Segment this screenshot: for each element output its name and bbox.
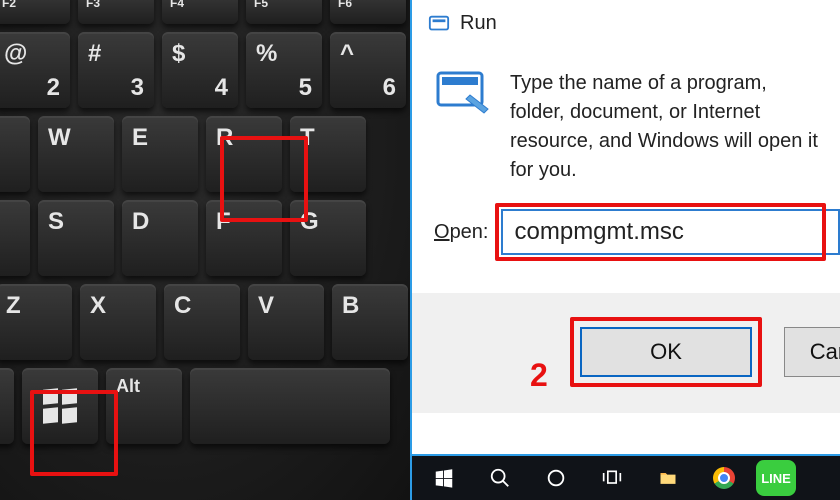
ok-button[interactable]: OK <box>580 327 752 377</box>
run-title-text: Run <box>460 12 497 35</box>
cancel-button[interactable]: Cancel <box>784 327 840 377</box>
key-f[interactable]: F <box>206 200 282 276</box>
callout-2: 2 <box>530 357 548 394</box>
key-g[interactable]: G <box>290 200 366 276</box>
key-t[interactable]: T <box>290 116 366 192</box>
taskbar: LINE <box>412 454 840 500</box>
taskbar-chrome-icon[interactable] <box>700 458 748 498</box>
key-windows[interactable] <box>22 368 98 444</box>
key-f3[interactable]: F3 <box>78 0 154 24</box>
run-program-icon <box>434 67 492 115</box>
key-f6[interactable]: F6 <box>330 0 406 24</box>
open-label: Open: <box>434 221 489 244</box>
windows-logo-icon <box>43 389 77 423</box>
taskbar-explorer-icon[interactable] <box>644 458 692 498</box>
key-r[interactable]: R <box>206 116 282 192</box>
keyboard-photo: F2 F3 F4 F5 F6 @2 #3 $4 %5 ^6 Q W E <box>0 0 410 500</box>
key-f2[interactable]: F2 <box>0 0 70 24</box>
key-e[interactable]: E <box>122 116 198 192</box>
key-f5[interactable]: F5 <box>246 0 322 24</box>
taskbar-search-icon[interactable] <box>476 458 524 498</box>
run-dialog: Run Type the name of a program, folder, … <box>410 0 840 500</box>
key-alt[interactable]: Alt <box>106 368 182 444</box>
key-capslock-edge[interactable] <box>0 200 30 276</box>
taskbar-windows-icon[interactable] <box>420 458 468 498</box>
taskbar-taskview-icon[interactable] <box>588 458 636 498</box>
key-6[interactable]: ^6 <box>330 32 406 108</box>
key-s[interactable]: S <box>38 200 114 276</box>
key-b[interactable]: B <box>332 284 408 360</box>
key-4[interactable]: $4 <box>162 32 238 108</box>
key-fn[interactable]: Fn <box>0 368 14 444</box>
run-description: Type the name of a program, folder, docu… <box>510 69 826 185</box>
open-input[interactable] <box>501 209 840 255</box>
key-3[interactable]: #3 <box>78 32 154 108</box>
key-w[interactable]: W <box>38 116 114 192</box>
key-spacebar[interactable] <box>190 368 390 444</box>
run-dialog-icon <box>428 13 450 35</box>
key-v[interactable]: V <box>248 284 324 360</box>
dialog-button-bar: OK Cancel 2 <box>412 293 840 413</box>
key-f4[interactable]: F4 <box>162 0 238 24</box>
key-5[interactable]: %5 <box>246 32 322 108</box>
key-d[interactable]: D <box>122 200 198 276</box>
key-q[interactable]: Q <box>0 116 30 192</box>
key-x[interactable]: X <box>80 284 156 360</box>
key-z[interactable]: Z <box>0 284 72 360</box>
key-2[interactable]: @2 <box>0 32 70 108</box>
key-c[interactable]: C <box>164 284 240 360</box>
taskbar-cortana-icon[interactable] <box>532 458 580 498</box>
taskbar-line-icon[interactable]: LINE <box>756 460 796 496</box>
